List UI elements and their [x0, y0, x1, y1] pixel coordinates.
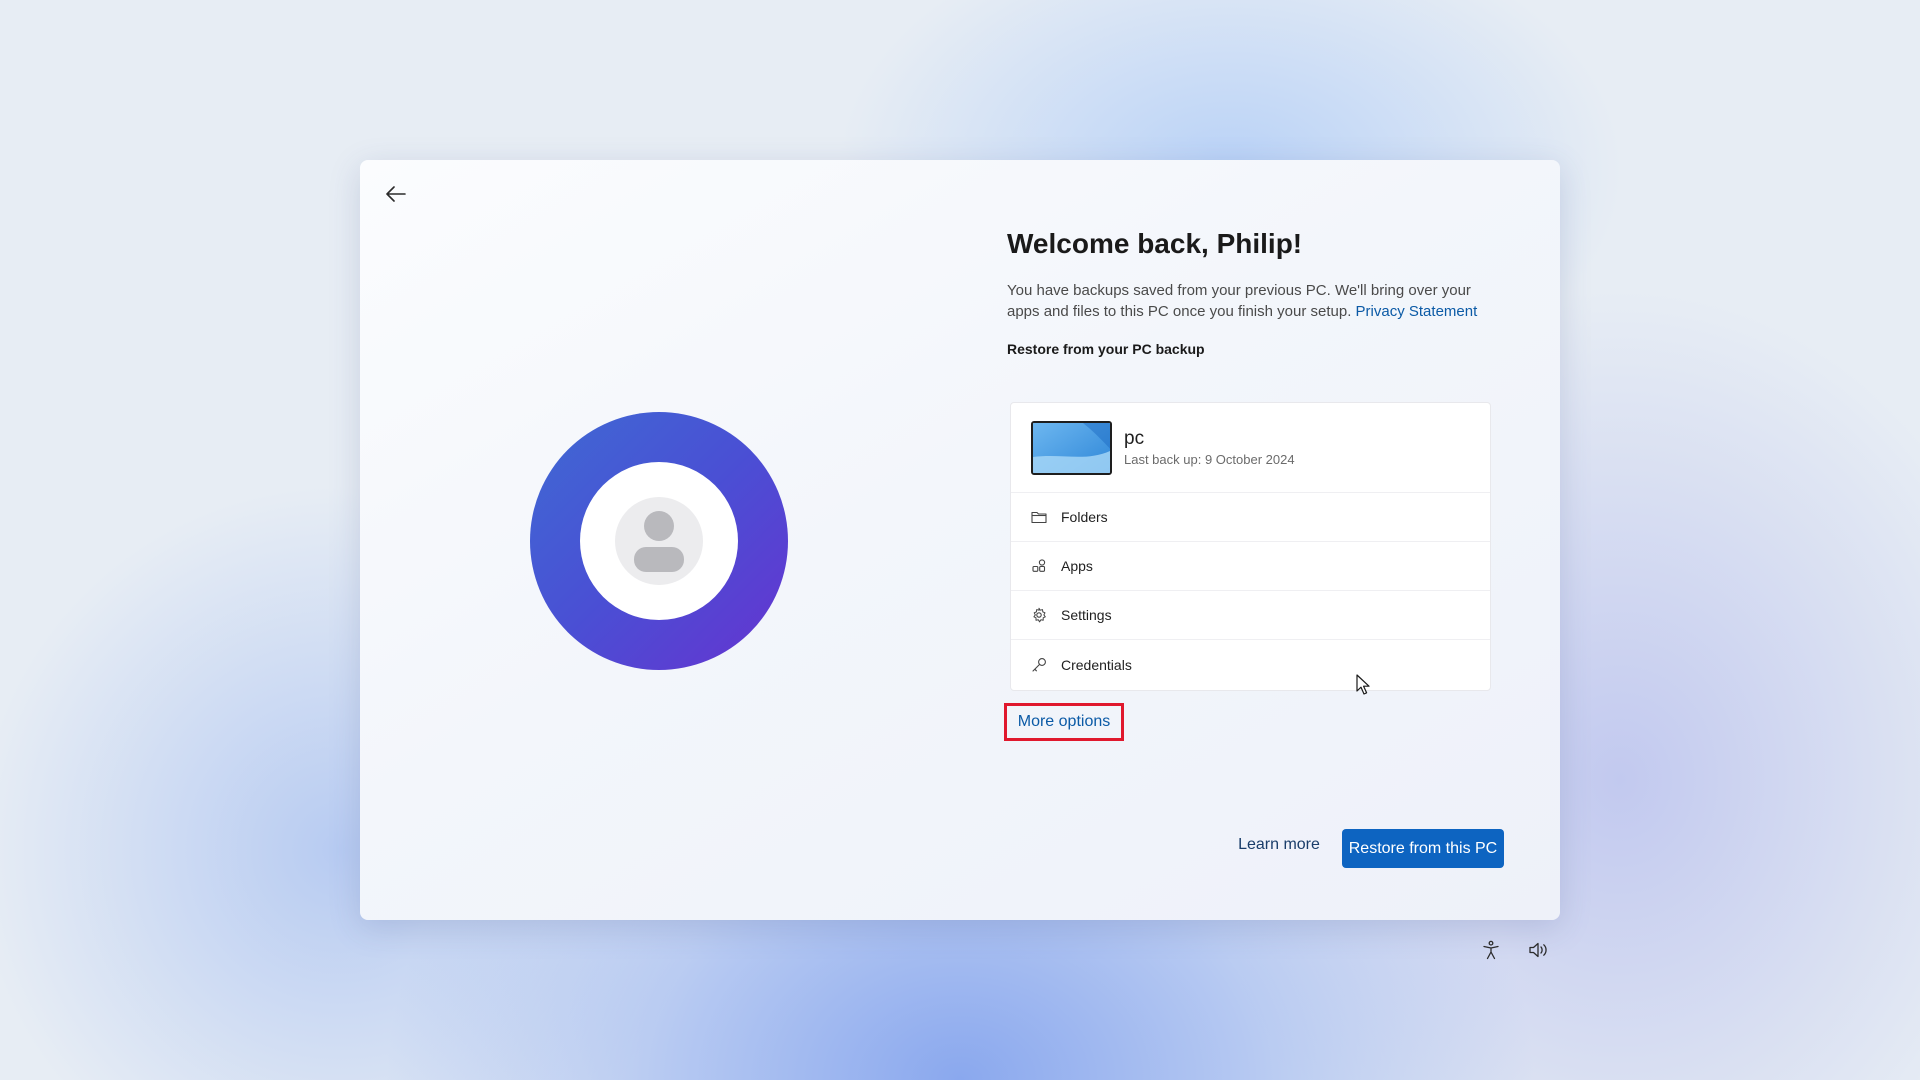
avatar-inner — [580, 462, 738, 620]
pc-info: pc Last back up: 9 October 2024 — [1124, 428, 1295, 467]
apps-icon — [1031, 558, 1047, 574]
backup-item-label: Settings — [1061, 607, 1112, 623]
last-backup-date: Last back up: 9 October 2024 — [1124, 452, 1295, 467]
user-icon — [634, 511, 684, 572]
pc-name: pc — [1124, 428, 1145, 449]
user-avatar — [615, 497, 703, 585]
volume-button[interactable] — [1525, 936, 1553, 964]
learn-more-button[interactable]: Learn more — [1215, 827, 1343, 863]
key-icon — [1031, 657, 1047, 673]
privacy-statement-link[interactable]: Privacy Statement — [1356, 303, 1478, 320]
description: You have backups saved from your previou… — [1007, 280, 1507, 322]
backup-item-folders[interactable]: Folders — [1011, 493, 1490, 542]
backup-item-credentials[interactable]: Credentials — [1011, 640, 1490, 689]
backup-item-apps[interactable]: Apps — [1011, 542, 1490, 591]
backup-item-settings[interactable]: Settings — [1011, 591, 1490, 640]
backup-card: pc Last back up: 9 October 2024 Folders … — [1010, 402, 1491, 691]
back-arrow-icon — [386, 186, 406, 202]
avatar-ring — [530, 412, 788, 670]
accessibility-button[interactable] — [1477, 936, 1505, 964]
gear-icon — [1031, 607, 1047, 623]
mouse-cursor-icon — [1356, 674, 1370, 695]
backup-item-label: Credentials — [1061, 656, 1132, 673]
restore-from-pc-button[interactable]: Restore from this PC — [1342, 829, 1504, 868]
volume-icon — [1529, 942, 1547, 958]
backup-item-label: Folders — [1061, 509, 1108, 525]
backup-item-label: Apps — [1061, 558, 1093, 574]
section-label: Restore from your PC backup — [1007, 341, 1205, 357]
backup-header[interactable]: pc Last back up: 9 October 2024 — [1011, 403, 1490, 493]
setup-window: Welcome back, Philip! You have backups s… — [360, 160, 1560, 920]
accessibility-icon — [1483, 940, 1499, 960]
page-title: Welcome back, Philip! — [1007, 228, 1303, 259]
back-button[interactable] — [374, 174, 418, 214]
welcome-content: Welcome back, Philip! You have backups s… — [1007, 226, 1507, 357]
pc-thumbnail — [1031, 420, 1112, 475]
folder-icon — [1031, 509, 1047, 525]
more-options-link[interactable]: More options — [1004, 703, 1124, 741]
